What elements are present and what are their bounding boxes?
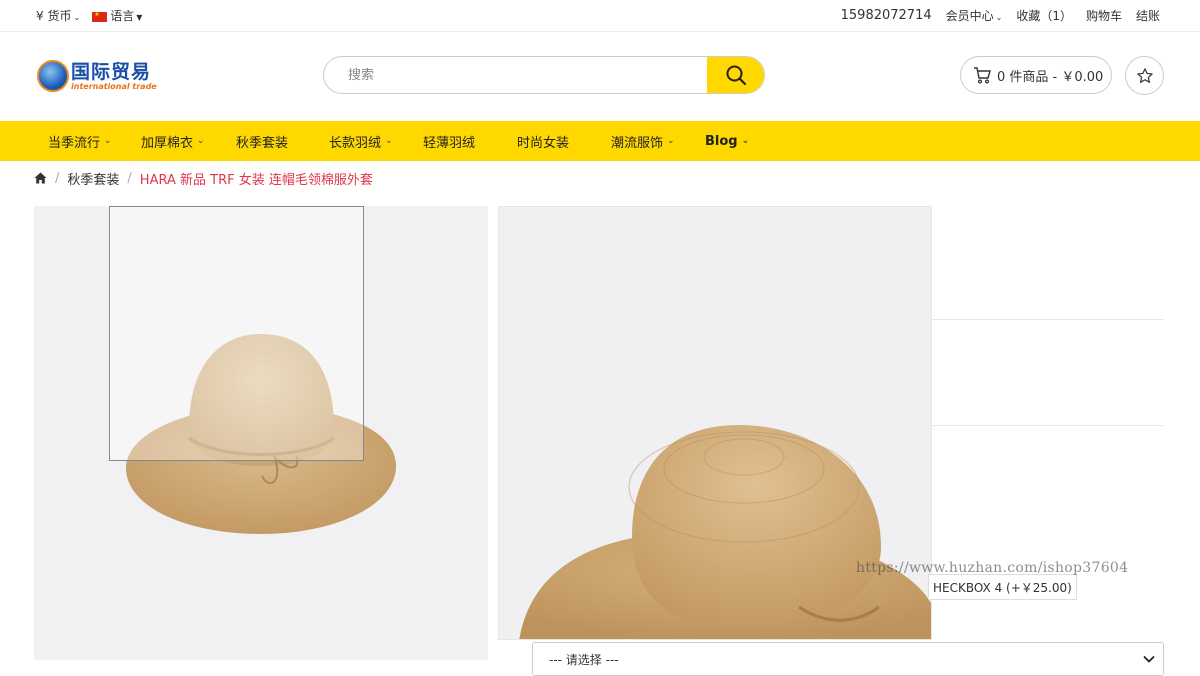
checkbox-option-label[interactable]: HECKBOX 4 (+￥25.00) <box>928 574 1077 600</box>
chevron-down-icon: ⌄ <box>385 136 393 146</box>
checkout-link[interactable]: 结账 <box>1136 7 1160 24</box>
language-dropdown[interactable]: 语言▼ <box>92 7 142 24</box>
chevron-down-icon: ⌄ <box>197 136 205 146</box>
top-bar-right: 15982072714 会员中心 ⌄ 收藏（1） 购物车 结账 <box>841 7 1160 24</box>
breadcrumb-parent[interactable]: 秋季套装 <box>67 169 119 188</box>
currency-dropdown[interactable]: ¥ 货币 ⌄ <box>36 7 80 24</box>
nav-label: 秋季套装 <box>236 135 289 151</box>
nav-item-blog[interactable]: Blog ⌄ <box>705 134 785 149</box>
wishlist-button[interactable] <box>1125 56 1164 95</box>
nav-label: 时尚女装 <box>517 135 570 151</box>
chevron-down-icon: ⌄ <box>104 136 112 146</box>
cart-summary: 0 件商品 - ￥0.00 <box>997 69 1104 85</box>
divider <box>932 425 1164 426</box>
nav-item-light-down[interactable]: 轻薄羽绒 <box>423 132 517 151</box>
breadcrumb-current[interactable]: HARA 新品 TRF 女装 连帽毛领棉服外套 <box>140 169 373 188</box>
nav-item-fashion[interactable]: 时尚女装 <box>517 132 611 151</box>
globe-logo-icon <box>37 60 69 92</box>
member-center-link[interactable]: 会员中心 ⌄ <box>946 7 1003 24</box>
select-value: --- 请选择 --- <box>549 652 619 667</box>
product-main-image[interactable] <box>34 206 488 660</box>
china-flag-icon <box>92 11 108 22</box>
phone-number: 15982072714 <box>840 8 932 23</box>
site-logo[interactable]: 国际贸易 international trade <box>37 60 157 92</box>
logo-text: 国际贸易 international trade <box>71 62 157 91</box>
nav-label: 长款羽绒 <box>329 135 382 151</box>
language-label: 语言 <box>110 9 135 23</box>
nav-label: 潮流服饰 <box>611 135 664 151</box>
chevron-down-icon: ⌄ <box>995 13 1003 22</box>
zoom-lens[interactable] <box>109 206 364 461</box>
divider <box>932 319 1164 320</box>
logo-chinese: 国际贸易 <box>71 60 152 83</box>
nav-item-long-down[interactable]: 长款羽绒 ⌄ <box>329 132 423 151</box>
star-icon <box>1136 67 1153 83</box>
currency-symbol: ¥ <box>36 9 44 23</box>
nav-label: Blog <box>705 133 738 149</box>
chevron-down-icon <box>1143 655 1155 663</box>
nav-item-trendy[interactable]: 潮流服饰 ⌄ <box>611 132 705 151</box>
nav-item-autumn[interactable]: 秋季套装 <box>236 132 329 151</box>
watermark: https://www.huzhan.com/ishop37604 <box>856 560 1129 576</box>
nav-item-padded[interactable]: 加厚棉衣 ⌄ <box>141 132 236 151</box>
top-bar: ¥ 货币⌄ 语言▼ 15982072714 会员中心⌄ 收藏（1） 购物车 结账 <box>0 0 1200 32</box>
cart-link[interactable]: 购物车 <box>1086 7 1122 24</box>
top-bar-left: ¥ 货币⌄ 语言▼ <box>36 7 142 24</box>
nav-item-seasonal[interactable]: 当季流行 ⌄ <box>48 132 141 151</box>
chevron-down-icon: ⌄ <box>73 13 81 22</box>
option-select[interactable]: --- 请选择 --- <box>532 642 1164 676</box>
nav-label: 轻薄羽绒 <box>423 135 476 151</box>
chevron-down-icon: ⌄ <box>667 136 675 146</box>
breadcrumb: / 秋季套装 / HARA 新品 TRF 女装 连帽毛领棉服外套 <box>0 161 1200 195</box>
currency-label: 货币 <box>47 9 72 23</box>
chevron-down-icon: ⌄ <box>741 136 750 146</box>
search-button[interactable] <box>707 57 764 93</box>
cart-button[interactable]: 0 件商品 - ￥0.00 <box>960 56 1112 94</box>
home-icon[interactable] <box>34 172 47 184</box>
logo-english: international trade <box>71 81 157 91</box>
header: 国际贸易 international trade 0 件商品 - ￥0.00 <box>0 32 1200 121</box>
search-input[interactable] <box>324 57 707 93</box>
search-bar <box>323 56 765 94</box>
breadcrumb-separator: / <box>55 170 60 186</box>
search-icon <box>726 65 746 86</box>
caret-down-icon: ▼ <box>136 13 143 22</box>
nav-label: 当季流行 <box>48 135 101 151</box>
breadcrumb-separator: / <box>127 170 132 186</box>
nav-label: 加厚棉衣 <box>141 135 194 151</box>
cart-icon <box>974 67 991 84</box>
favorites-link[interactable]: 收藏（1） <box>1016 7 1072 24</box>
main-nav: 当季流行 ⌄ 加厚棉衣 ⌄ 秋季套装 长款羽绒 ⌄ 轻薄羽绒 时尚女装 潮流服饰 ⌄ B… <box>0 121 1200 161</box>
member-center-label: 会员中心 <box>945 9 994 23</box>
